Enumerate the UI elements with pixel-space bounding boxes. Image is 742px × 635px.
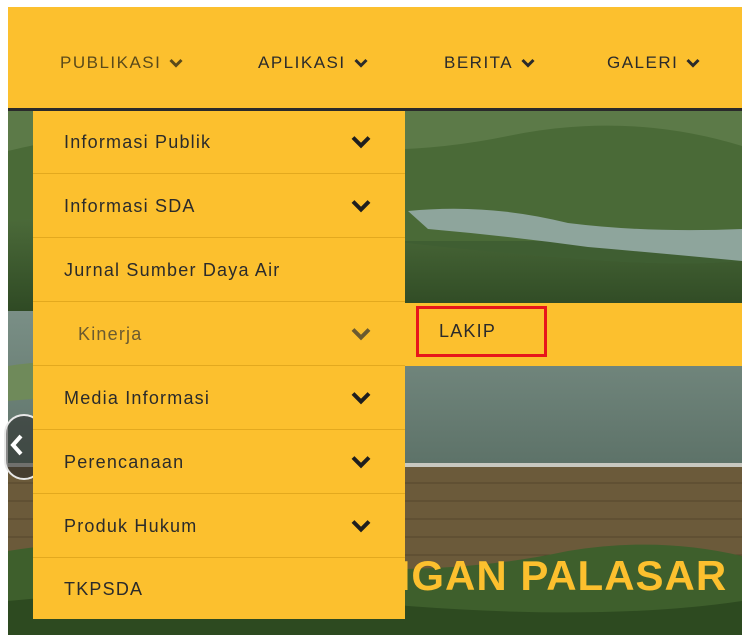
chevron-down-icon: [351, 391, 371, 405]
chevron-down-icon: [351, 327, 371, 341]
submenu-item-lakip[interactable]: LAKIP: [416, 306, 547, 357]
chevron-down-icon: [351, 199, 371, 213]
dropdown-item-informasi-publik[interactable]: Informasi Publik: [33, 111, 405, 174]
dropdown-item-produk-hukum[interactable]: Produk Hukum: [33, 495, 405, 558]
nav-item-aplikasi[interactable]: APLIKASI: [258, 51, 368, 75]
dropdown-item-label: Media Informasi: [64, 387, 211, 408]
dropdown-item-label: TKPSDA: [64, 578, 144, 599]
nav-item-label: PUBLIKASI: [60, 53, 162, 72]
dropdown-item-label: Jurnal Sumber Daya Air: [64, 259, 281, 280]
publikasi-dropdown-menu: Informasi Publik Informasi SDA Jurnal Su…: [33, 111, 405, 619]
chevron-down-icon: [686, 58, 700, 68]
dropdown-item-informasi-sda[interactable]: Informasi SDA: [33, 175, 405, 238]
dropdown-item-media-informasi[interactable]: Media Informasi: [33, 367, 405, 430]
dropdown-item-label: Kinerja: [78, 323, 143, 344]
chevron-down-icon: [351, 135, 371, 149]
nav-item-galeri[interactable]: GALERI: [607, 51, 700, 75]
nav-item-label: GALERI: [607, 53, 679, 72]
dropdown-item-tkpsda[interactable]: TKPSDA: [33, 559, 405, 619]
dropdown-item-jurnal-sumber-daya-air[interactable]: Jurnal Sumber Daya Air: [33, 239, 405, 302]
chevron-down-icon: [169, 58, 183, 68]
dropdown-item-label: Perencanaan: [64, 451, 185, 472]
nav-item-label: BERITA: [444, 53, 514, 72]
dropdown-item-label: Produk Hukum: [64, 515, 198, 536]
submenu-item-label: LAKIP: [439, 321, 497, 341]
main-navbar: PUBLIKASI APLIKASI BERITA GALERI: [8, 7, 742, 110]
chevron-down-icon: [351, 519, 371, 533]
nav-item-publikasi[interactable]: PUBLIKASI: [60, 51, 183, 75]
dropdown-item-label: Informasi SDA: [64, 195, 196, 216]
chevron-left-icon: [10, 434, 24, 461]
nav-item-label: APLIKASI: [258, 53, 346, 72]
chevron-down-icon: [351, 455, 371, 469]
dropdown-item-perencanaan[interactable]: Perencanaan: [33, 431, 405, 494]
kinerja-submenu: LAKIP: [405, 303, 742, 366]
chevron-down-icon: [354, 58, 368, 68]
dropdown-item-label: Informasi Publik: [64, 131, 212, 152]
dropdown-item-kinerja[interactable]: Kinerja: [33, 303, 405, 366]
chevron-down-icon: [521, 58, 535, 68]
hero-title: NGAN PALASAR: [380, 552, 728, 599]
nav-item-berita[interactable]: BERITA: [444, 51, 535, 75]
